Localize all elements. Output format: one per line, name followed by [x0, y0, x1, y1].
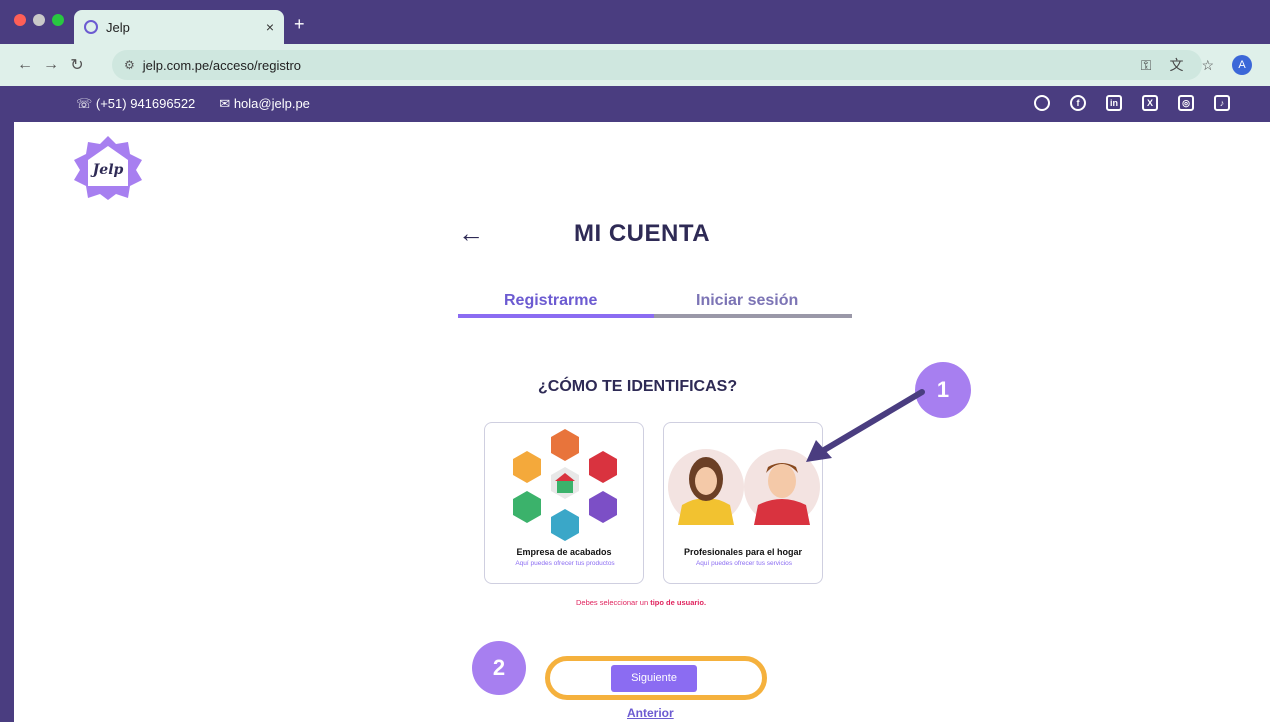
card1-title: Empresa de acabados: [516, 547, 612, 557]
translate-icon[interactable]: 文: [1169, 55, 1183, 75]
social-links: f in X ◎ ♪: [1034, 95, 1230, 111]
forward-nav-icon[interactable]: →: [38, 56, 64, 74]
next-button[interactable]: Siguiente: [611, 665, 697, 692]
site-settings-icon[interactable]: ⚙: [124, 58, 135, 72]
tiktok-icon[interactable]: ♪: [1214, 95, 1230, 111]
x-icon[interactable]: X: [1142, 95, 1158, 111]
logo-text: Jelp: [92, 162, 124, 178]
card1-subtitle: Aquí puedes ofrecer tus productos: [515, 560, 615, 567]
validation-error: Debes seleccionar un tipo de usuario.: [576, 598, 706, 607]
error-emphasis: tipo de usuario.: [650, 598, 707, 607]
back-nav-icon[interactable]: ←: [12, 56, 38, 74]
tools-illustration-icon: [513, 429, 617, 541]
annotation-arrow-icon: [806, 389, 925, 462]
close-window-button[interactable]: [14, 14, 26, 26]
phone-number: (+51) 941696522: [95, 96, 196, 111]
url-input[interactable]: ⚙ jelp.com.pe/acceso/registro: [112, 50, 1202, 80]
page-content: Jelp ← MI CUENTA Registrarme Iniciar ses…: [14, 122, 1270, 722]
email-address: hola@jelp.pe: [233, 96, 310, 111]
card-empresa-acabados[interactable]: Empresa de acabados Aquí puedes ofrecer …: [484, 422, 644, 584]
mail-icon: ✉: [219, 96, 231, 111]
site-contact-bar: ☏ (+51) 941696522 ✉ hola@jelp.pe f in X …: [0, 86, 1270, 122]
maximize-window-button[interactable]: [52, 14, 64, 26]
tab-register[interactable]: Registrarme: [504, 292, 597, 310]
tab-register-underline: [458, 314, 654, 318]
instagram-icon[interactable]: ◎: [1178, 95, 1194, 111]
contact-info: ☏ (+51) 941696522 ✉ hola@jelp.pe: [76, 96, 310, 112]
minimize-window-button[interactable]: [33, 14, 45, 26]
back-arrow-icon[interactable]: ←: [458, 218, 484, 249]
error-text: Debes seleccionar un: [576, 598, 651, 607]
annotation-badge-2: 2: [472, 641, 526, 695]
previous-link[interactable]: Anterior: [627, 706, 674, 720]
address-bar: ← → ↻ ⚙ jelp.com.pe/acceso/registro ⚿ 文 …: [0, 44, 1270, 86]
profile-avatar[interactable]: A: [1232, 55, 1252, 75]
url-text: jelp.com.pe/acceso/registro: [142, 57, 302, 73]
account-tabs: Registrarme Iniciar sesión: [458, 292, 852, 318]
key-icon[interactable]: ⚿: [1141, 57, 1152, 74]
omnibox-actions: ⚿ 文 ☆ A: [1141, 55, 1252, 75]
tab-close-icon[interactable]: ×: [266, 19, 274, 35]
tab-login[interactable]: Iniciar sesión: [696, 292, 798, 310]
window-controls: [14, 14, 64, 26]
jelp-favicon-icon: [84, 20, 98, 34]
bookmark-star-icon[interactable]: ☆: [1201, 57, 1214, 74]
card2-subtitle: Aquí puedes ofrecer tus servicios: [695, 560, 793, 567]
phone-icon: ☏: [76, 96, 93, 111]
tab-title: Jelp: [106, 19, 130, 35]
jelp-logo[interactable]: Jelp: [72, 136, 144, 200]
page-title: MI CUENTA: [574, 220, 711, 247]
new-tab-button[interactable]: +: [294, 14, 305, 35]
browser-tab-bar: Jelp × +: [0, 0, 1270, 44]
whatsapp-icon[interactable]: [1034, 95, 1050, 111]
email-contact[interactable]: ✉ hola@jelp.pe: [219, 96, 310, 112]
phone-contact[interactable]: ☏ (+51) 941696522: [76, 96, 195, 112]
user-type-question: ¿CÓMO TE IDENTIFICAS?: [538, 378, 738, 395]
reload-icon[interactable]: ↻: [64, 55, 90, 75]
browser-tab[interactable]: Jelp ×: [74, 10, 284, 44]
card2-title: Profesionales para el hogar: [683, 547, 803, 557]
tab-login-underline: [654, 314, 852, 318]
facebook-icon[interactable]: f: [1070, 95, 1086, 111]
linkedin-icon[interactable]: in: [1106, 95, 1122, 111]
